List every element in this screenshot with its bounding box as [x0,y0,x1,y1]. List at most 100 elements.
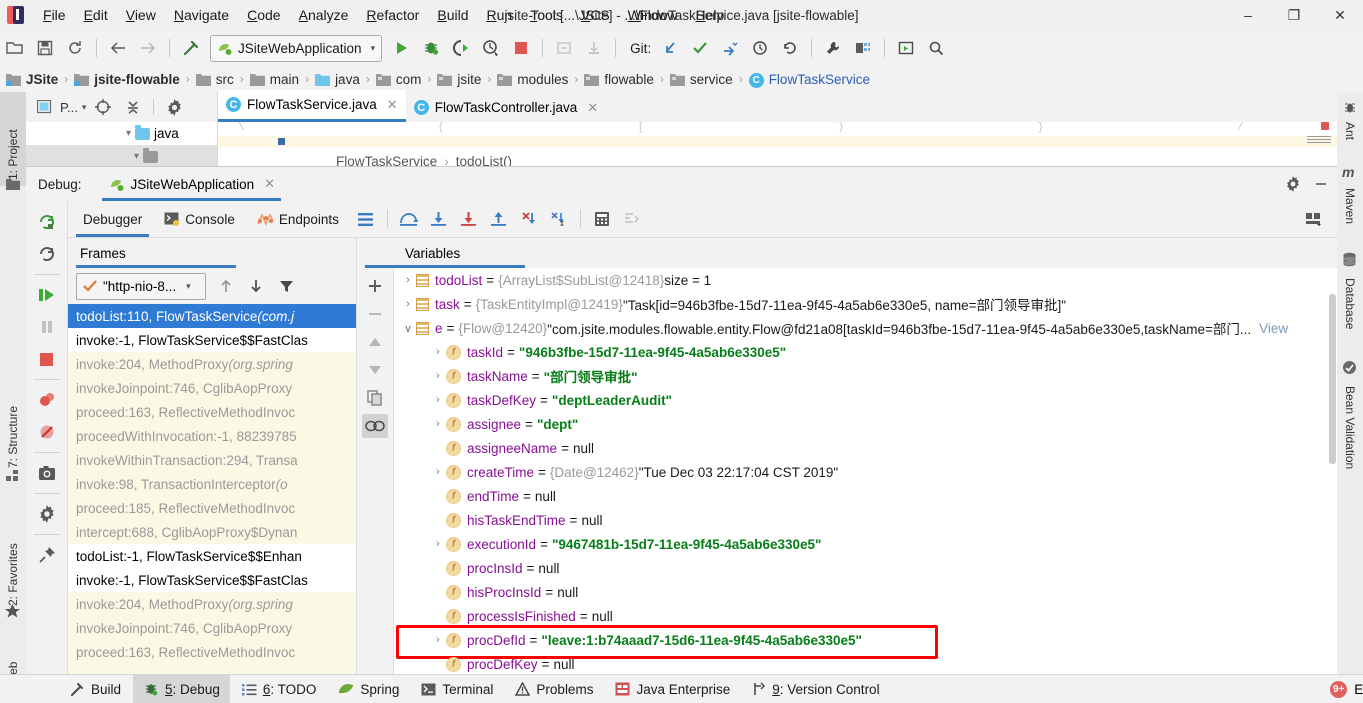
thread-selector[interactable]: "http-nio-8... ▾ [76,272,206,300]
tab-flowtaskservice[interactable]: C FlowTaskService.java ✕ [218,90,406,122]
search-icon[interactable] [922,35,950,61]
view-breakpoints-icon[interactable] [32,385,62,415]
settings-icon[interactable] [32,499,62,529]
close-icon[interactable]: ✕ [264,176,275,192]
copy-value-icon[interactable] [362,386,388,410]
restart-icon[interactable] [32,239,62,269]
add-watch-icon[interactable] [362,274,388,298]
menu-item-analyze[interactable]: Analyze [290,3,358,27]
sync-icon[interactable] [61,35,89,61]
step-out-icon[interactable] [485,205,513,233]
restore-layout-icon[interactable] [618,205,646,233]
chevron-down-icon[interactable]: ▾ [186,281,191,292]
gear-icon[interactable] [161,95,187,119]
chevron-right-icon[interactable]: › [430,394,446,406]
breadcrumb-item-jsite-flowable[interactable]: jsite-flowable [74,72,180,87]
frame-row[interactable]: proceed:163, ReflectiveMethodInvoc [68,400,356,424]
status-bar-item-spring[interactable]: Spring [328,675,409,703]
chevron-down-icon[interactable]: ▾ [134,151,139,162]
chevron-right-icon[interactable]: › [430,634,446,646]
close-button[interactable]: ✕ [1317,0,1363,30]
breadcrumb-item-com[interactable]: com [375,72,421,87]
chevron-down-icon[interactable]: ▾ [82,102,87,113]
status-bar-item-terminal[interactable]: Terminal [411,675,503,703]
variable-row-assignee[interactable]: › f assignee = "dept" [394,412,1337,436]
resume-program-icon[interactable] [32,280,62,310]
pin-tab-icon[interactable] [32,540,62,570]
variable-row-taskId[interactable]: › f taskId = "946b3fbe-15d7-11ea-9f45-4a5ab6… [394,340,1337,364]
chevron-right-icon[interactable]: › [400,298,416,310]
back-arrow-icon[interactable] [104,35,132,61]
breadcrumb-item-java[interactable]: java [315,72,360,87]
frame-row[interactable]: invoke:204, MethodProxy (org.spring [68,352,356,376]
filter-icon[interactable] [272,272,300,300]
git-push-icon[interactable] [716,35,744,61]
forward-arrow-icon[interactable] [134,35,162,61]
breadcrumb-item-jsite[interactable]: JSite [6,72,58,87]
inspect-icon[interactable] [362,414,388,438]
menu-item-refactor[interactable]: Refactor [357,3,428,27]
collapse-all-icon[interactable] [120,95,146,119]
stop-icon[interactable] [32,344,62,374]
gear-icon[interactable] [1285,176,1301,192]
frames-list[interactable]: todoList:110, FlowTaskService (com.j invo… [68,304,356,676]
frame-row[interactable]: invoke:204, MethodProxy (org.spring [68,592,356,616]
chevron-right-icon[interactable]: › [430,418,446,430]
status-bar-item-build[interactable]: Build [60,675,131,703]
move-up-icon[interactable] [362,330,388,354]
breadcrumb-item-main[interactable]: main [249,72,299,87]
frame-row[interactable]: intercept:688, CglibAopProxy$Dynan [68,520,356,544]
breadcrumb-item-flowtaskservice[interactable]: C FlowTaskService [748,71,870,88]
step-into-icon[interactable] [425,205,453,233]
variable-row-processIsFinished[interactable]: ›f processIsFinished=null [394,604,1337,628]
project-view-selector[interactable] [32,95,58,119]
build-hammer-icon[interactable] [177,35,205,61]
remove-watch-icon[interactable] [362,302,388,326]
status-bar-item-problems[interactable]: Problems [505,675,603,703]
menu-item-file[interactable]: File [34,3,75,27]
tab-endpoints[interactable]: Endpoints [246,201,350,237]
project-structure-icon[interactable] [849,35,877,61]
force-step-into-icon[interactable] [455,205,483,233]
attach-debugger-icon[interactable] [550,35,578,61]
sidebar-item-maven[interactable]: Maven [1337,182,1363,252]
arrow-up-icon[interactable] [212,272,240,300]
variable-row-procDefKey[interactable]: ›f procDefKey=null [394,652,1337,676]
drop-frame-icon[interactable] [515,205,543,233]
frame-row[interactable]: todoList:-1, FlowTaskService$$Enhan [68,544,356,568]
variable-row-assigneeName[interactable]: ›f assigneeName=null [394,436,1337,460]
chevron-right-icon[interactable]: › [400,274,416,286]
stop-icon[interactable] [507,35,535,61]
run-with-coverage-icon[interactable] [447,35,475,61]
sidebar-item-bean-validation[interactable]: Bean Validation [1337,380,1363,502]
breadcrumb-item-modules[interactable]: modules [497,72,568,87]
variable-row-task[interactable]: › task = {TaskEntityImpl@12419} "Task[id=94… [394,292,1337,316]
variable-row-procInsId[interactable]: ›f procInsId=null [394,556,1337,580]
breadcrumb-item-flowable[interactable]: flowable [584,72,654,87]
save-all-icon[interactable] [31,35,59,61]
status-bar-item-todo[interactable]: 6: TODO [232,675,327,703]
restore-layout-button[interactable] [1299,205,1327,233]
variable-row-procDefId[interactable]: › f procDefId = "leave:1:b74aaad7-15d6-11ea-… [394,628,1337,652]
chevron-right-icon[interactable]: › [430,346,446,358]
chevron-right-icon[interactable]: › [430,466,446,478]
breadcrumb-item-src[interactable]: src [195,72,234,87]
evaluate-expression-icon[interactable] [588,205,616,233]
run-icon[interactable] [387,35,415,61]
event-log-button[interactable]: Event Log [1354,682,1363,697]
frame-row[interactable]: invokeJoinpoint:746, CglibAopProxy [68,616,356,640]
frame-row[interactable]: todoList:110, FlowTaskService (com.j [68,304,356,328]
frame-row[interactable]: invokeJoinpoint:746, CglibAopProxy [68,376,356,400]
pause-program-icon[interactable] [32,312,62,342]
screenshot-icon[interactable] [32,458,62,488]
move-down-icon[interactable] [362,358,388,382]
chevron-down-icon[interactable]: ∨ [400,322,416,335]
git-commit-icon[interactable] [686,35,714,61]
menu-item-code[interactable]: Code [238,3,289,27]
frame-row[interactable]: proceed:163, ReflectiveMethodInvoc [68,640,356,664]
frame-row[interactable]: proceedWithInvocation:-1, 88239785 [68,424,356,448]
menu-item-edit[interactable]: Edit [75,3,117,27]
update-project-icon[interactable] [580,35,608,61]
profile-icon[interactable] [477,35,505,61]
variable-row-endTime[interactable]: ›f endTime=null [394,484,1337,508]
